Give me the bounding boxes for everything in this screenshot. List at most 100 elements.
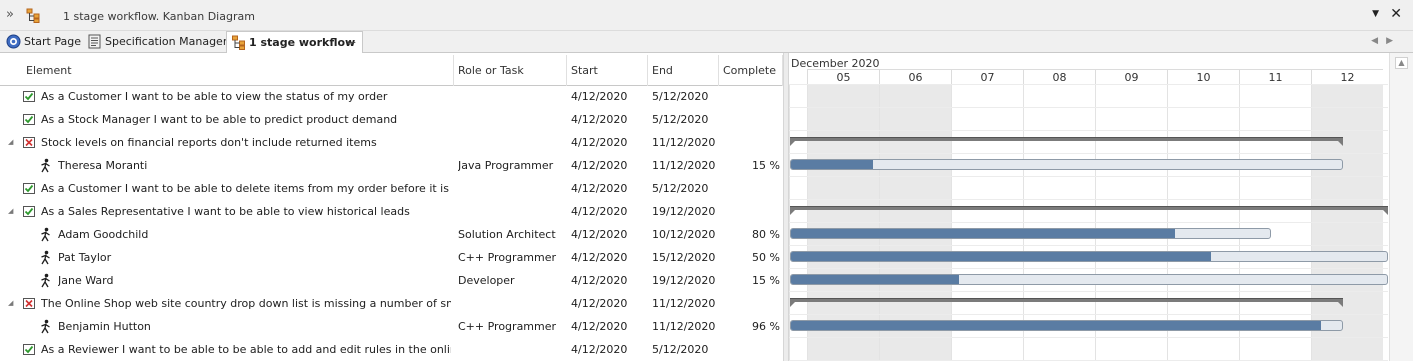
gantt-task-bar[interactable] xyxy=(790,159,1343,170)
column-header-complete[interactable]: Complete xyxy=(719,55,783,86)
column-header-end[interactable]: End xyxy=(648,55,719,86)
collapse-toggle-icon[interactable]: ◢ xyxy=(8,131,13,154)
dropdown-arrow-icon[interactable]: ▼ xyxy=(1372,9,1379,19)
tab-scroll-arrows-icon[interactable]: ◀▶ xyxy=(1371,36,1401,46)
table-row[interactable]: As a Reviewer I want to be able to be ab… xyxy=(0,338,783,361)
gantt-row-line xyxy=(789,199,1388,200)
tab-label: Start Page xyxy=(24,35,81,48)
gantt-chart: December 2020 05 06 07 08 09 10 11 12 ▲ xyxy=(789,53,1413,361)
role-cell: C++ Programmer xyxy=(458,320,557,333)
gantt-row-line xyxy=(789,176,1388,177)
gantt-summary-cap xyxy=(790,302,795,307)
gantt-summary-bar[interactable] xyxy=(790,298,1343,307)
table-row[interactable]: Theresa Moranti Java Programmer 4/12/2020 1… xyxy=(0,154,783,177)
gantt-task-bar[interactable] xyxy=(790,320,1343,331)
start-date-cell: 4/12/2020 xyxy=(571,113,628,126)
gantt-task-bar[interactable] xyxy=(790,274,1388,285)
tab-label: 1 stage workflow xyxy=(249,36,356,49)
complete-cell xyxy=(722,85,780,108)
resource-name: Pat Taylor xyxy=(58,251,112,264)
gantt-progress-fill xyxy=(791,321,1321,330)
end-date-cell: 5/12/2020 xyxy=(652,182,709,195)
gantt-task-bar[interactable] xyxy=(790,228,1271,239)
start-date-cell: 4/12/2020 xyxy=(571,343,628,356)
gantt-day-label: 06 xyxy=(879,69,951,84)
table-row[interactable]: ◢ As a Sales Representative I want to be … xyxy=(0,200,783,223)
gantt-day-label: 10 xyxy=(1167,69,1239,84)
end-date-cell: 10/12/2020 xyxy=(652,228,716,241)
table-row[interactable]: Benjamin Hutton C++ Programmer 4/12/2020 11… xyxy=(0,315,783,338)
tab-specification-manager[interactable]: Specification Manager xyxy=(83,31,227,53)
table-row[interactable]: Pat Taylor C++ Programmer 4/12/2020 15/12/2… xyxy=(0,246,783,269)
start-date-cell: 4/12/2020 xyxy=(571,274,628,287)
complete-cell: 50 % xyxy=(752,251,780,264)
gantt-progress-fill xyxy=(791,252,1211,261)
gantt-row-line xyxy=(789,291,1388,292)
column-header-role[interactable]: Role or Task xyxy=(454,55,567,86)
table-row[interactable]: As a Customer I want to be able to view … xyxy=(0,85,783,108)
person-icon xyxy=(41,319,50,334)
complete-cell: 96 % xyxy=(752,320,780,333)
diagram-icon xyxy=(26,8,40,23)
gantt-progress-fill xyxy=(791,160,873,169)
start-date-cell: 4/12/2020 xyxy=(571,228,628,241)
collapse-toggle-icon[interactable]: ◢ xyxy=(8,292,13,315)
pin-arrow-icon[interactable]: ← xyxy=(347,32,356,53)
end-date-cell: 11/12/2020 xyxy=(652,136,716,149)
gantt-task-bar[interactable] xyxy=(790,251,1388,262)
tab-start-page[interactable]: Start Page xyxy=(2,31,82,53)
table-row[interactable]: As a Stock Manager I want to be able to … xyxy=(0,108,783,131)
tab-bar: Start Page Specification Manager 1 stage… xyxy=(0,31,1413,54)
start-date-cell: 4/12/2020 xyxy=(571,159,628,172)
gantt-row-line xyxy=(789,222,1388,223)
table-row[interactable]: ◢ Stock levels on financial reports don't… xyxy=(0,131,783,154)
gantt-summary-bar[interactable] xyxy=(790,137,1343,146)
specification-icon xyxy=(88,34,101,49)
gantt-day-label: 08 xyxy=(1023,69,1095,84)
resource-name: Adam Goodchild xyxy=(58,228,149,241)
element-name: As a Sales Representative I want to be a… xyxy=(41,205,410,218)
end-date-cell: 11/12/2020 xyxy=(652,159,716,172)
table-row[interactable]: ◢ The Online Shop web site country drop d… xyxy=(0,292,783,315)
start-date-cell: 4/12/2020 xyxy=(571,320,628,333)
role-cell: Developer xyxy=(458,274,515,287)
gantt-row-line xyxy=(789,314,1388,315)
expand-chevron-icon[interactable]: » xyxy=(6,8,14,22)
element-grid: Element Role or Task Start End Complete … xyxy=(0,53,783,361)
requirement-check-icon xyxy=(23,114,35,125)
element-name: As a Customer I want to be able to view … xyxy=(41,90,388,103)
requirement-check-icon xyxy=(23,91,35,102)
end-date-cell: 5/12/2020 xyxy=(652,343,709,356)
gantt-scrollbar[interactable]: ▲ xyxy=(1389,53,1413,361)
gantt-summary-bar[interactable] xyxy=(790,206,1388,215)
table-row[interactable]: As a Customer I want to be able to delet… xyxy=(0,177,783,200)
start-date-cell: 4/12/2020 xyxy=(571,182,628,195)
gantt-day-label: 07 xyxy=(951,69,1023,84)
tab-1-stage-workflow[interactable]: 1 stage workflow ← xyxy=(226,31,363,54)
element-name: As a Customer I want to be able to delet… xyxy=(41,182,451,195)
element-name: As a Stock Manager I want to be able to … xyxy=(41,113,398,126)
person-icon xyxy=(41,227,50,242)
close-icon[interactable]: ✕ xyxy=(1390,6,1402,22)
gantt-progress-fill xyxy=(791,229,1175,238)
column-header-element[interactable]: Element xyxy=(22,55,454,86)
gantt-row-line xyxy=(789,245,1388,246)
window-title: 1 stage workflow. Kanban Diagram xyxy=(63,10,255,23)
resource-name: Theresa Moranti xyxy=(58,159,148,172)
collapse-toggle-icon[interactable]: ◢ xyxy=(8,200,13,223)
column-header-start[interactable]: Start xyxy=(567,55,648,86)
complete-cell xyxy=(722,338,780,361)
gantt-row-line xyxy=(789,107,1388,108)
gantt-progress-fill xyxy=(791,275,960,284)
requirement-check-icon xyxy=(23,183,35,194)
role-cell: Java Programmer xyxy=(458,159,554,172)
diagram-icon xyxy=(232,35,245,50)
scroll-up-icon[interactable]: ▲ xyxy=(1395,57,1408,69)
gantt-row-line xyxy=(789,84,1388,85)
role-cell: C++ Programmer xyxy=(458,251,557,264)
table-row[interactable]: Adam Goodchild Solution Architect 4/12/202… xyxy=(0,223,783,246)
complete-cell xyxy=(722,200,780,223)
table-row[interactable]: Jane Ward Developer 4/12/2020 19/12/2020 15 … xyxy=(0,269,783,292)
gantt-row-line xyxy=(789,337,1388,338)
role-cell xyxy=(458,108,566,131)
